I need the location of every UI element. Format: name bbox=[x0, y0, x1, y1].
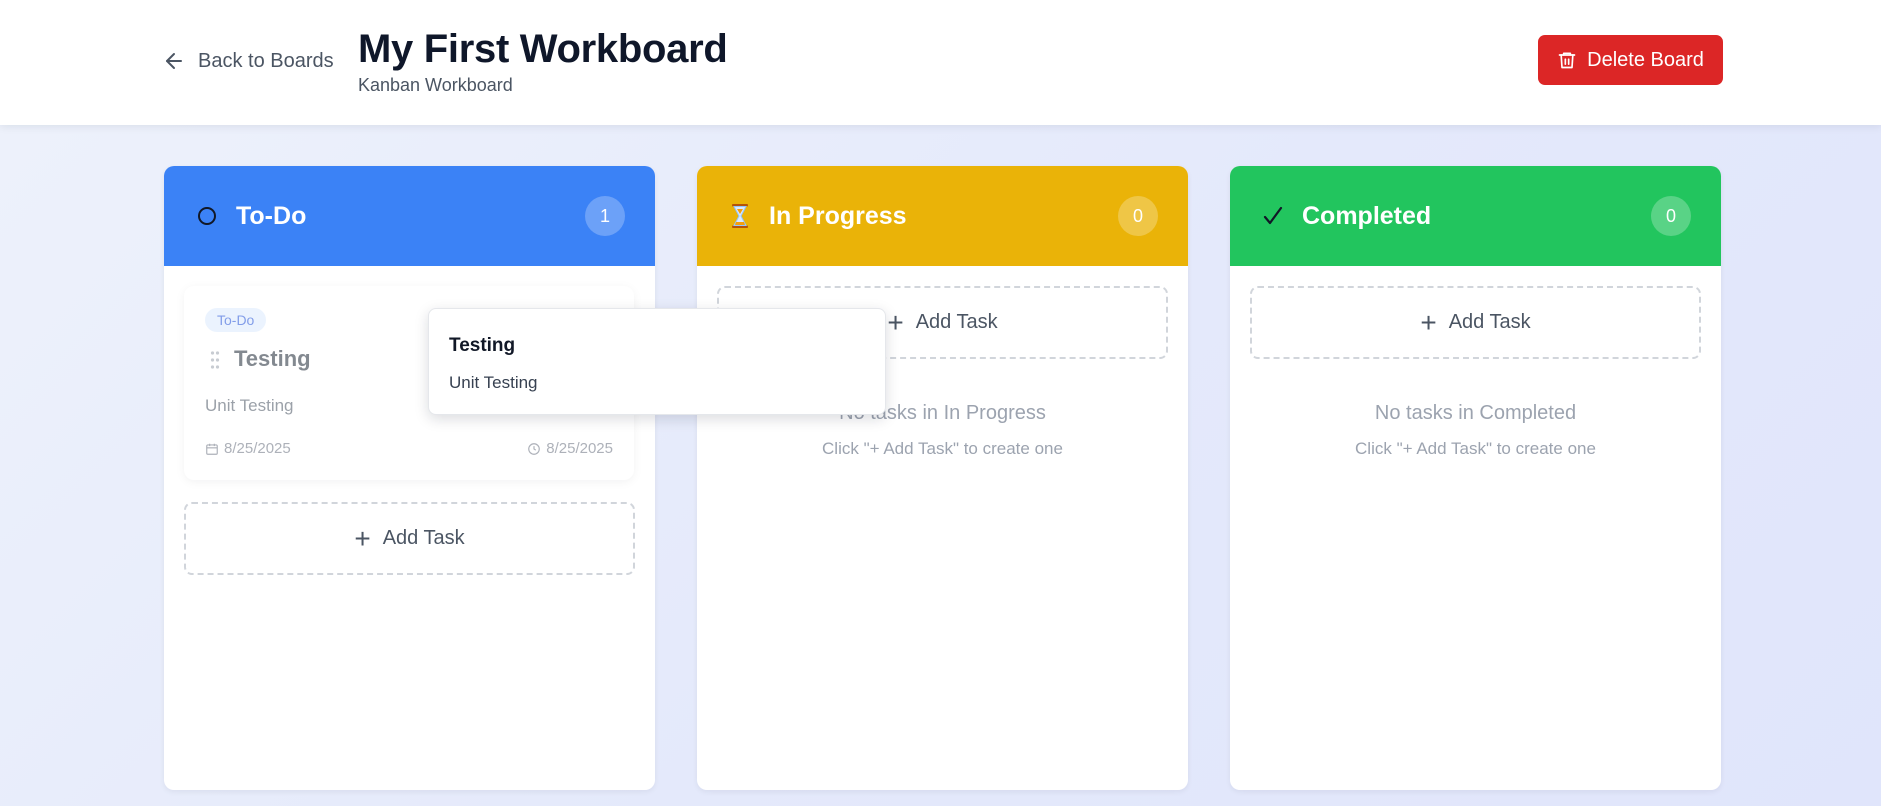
column-title: To-Do bbox=[236, 201, 307, 230]
back-to-boards-label: Back to Boards bbox=[198, 49, 334, 72]
column-header-in-progress: In Progress 0 bbox=[697, 166, 1188, 266]
add-task-label: Add Task bbox=[915, 311, 998, 333]
drag-preview-title: Testing bbox=[449, 335, 516, 356]
column-title: Completed bbox=[1302, 201, 1432, 230]
task-title: Testing bbox=[234, 346, 311, 371]
task-created-date-text: 8/25/2025 bbox=[224, 440, 291, 457]
column-header-completed: Completed 0 bbox=[1230, 166, 1721, 266]
add-task-label: Add Task bbox=[1448, 311, 1531, 333]
empty-state-hint: Click "+ Add Task" to create one bbox=[822, 439, 1063, 458]
empty-state-title: No tasks in Completed bbox=[1374, 402, 1577, 424]
trash-icon bbox=[1558, 52, 1576, 69]
add-task-label: Add Task bbox=[382, 527, 465, 549]
plus-icon: + bbox=[1420, 306, 1437, 338]
task-count-badge: 1 bbox=[585, 196, 625, 236]
task-due-date-text: 8/25/2025 bbox=[546, 440, 613, 457]
board-title-block: My First Workboard Kanban Workboard bbox=[358, 26, 728, 96]
plus-icon: + bbox=[354, 522, 371, 554]
circle-icon bbox=[194, 203, 220, 229]
back-to-boards-button[interactable]: Back to Boards bbox=[162, 46, 334, 76]
column-in-progress: In Progress 0 + Add Task No tasks in In … bbox=[697, 166, 1188, 790]
task-created-date: 8/25/2025 bbox=[205, 440, 291, 457]
drag-preview-card: Testing Unit Testing bbox=[428, 308, 886, 415]
arrow-left-icon bbox=[166, 53, 182, 69]
checkmark-icon bbox=[1260, 203, 1286, 229]
drag-handle-icon[interactable] bbox=[210, 350, 220, 370]
top-header: Back to Boards My First Workboard Kanban… bbox=[0, 0, 1881, 125]
clock-icon bbox=[528, 442, 541, 455]
add-task-button[interactable]: + Add Task bbox=[184, 502, 635, 575]
drag-preview-description: Unit Testing bbox=[449, 373, 538, 392]
column-todo: To-Do 1 To-Do Testing Unit Testing 8/25/… bbox=[164, 166, 655, 790]
column-header-todo: To-Do 1 bbox=[164, 166, 655, 266]
hourglass-icon bbox=[727, 203, 753, 229]
task-due-date: 8/25/2025 bbox=[527, 440, 613, 457]
task-count-badge: 0 bbox=[1118, 196, 1158, 236]
delete-board-label: Delete Board bbox=[1587, 48, 1704, 71]
column-completed: Completed 0 + Add Task No tasks in Compl… bbox=[1230, 166, 1721, 790]
task-status-badge: To-Do bbox=[205, 308, 267, 332]
add-task-button[interactable]: + Add Task bbox=[1250, 286, 1701, 359]
page-subtitle: Kanban Workboard bbox=[358, 75, 513, 95]
column-title: In Progress bbox=[769, 201, 907, 230]
task-description: Unit Testing bbox=[205, 396, 294, 415]
empty-state-hint: Click "+ Add Task" to create one bbox=[1355, 439, 1596, 458]
calendar-icon bbox=[206, 443, 218, 455]
plus-icon: + bbox=[887, 306, 904, 338]
page-title: My First Workboard bbox=[358, 27, 728, 71]
task-count-badge: 0 bbox=[1651, 196, 1691, 236]
delete-board-button[interactable]: Delete Board bbox=[1538, 35, 1723, 85]
